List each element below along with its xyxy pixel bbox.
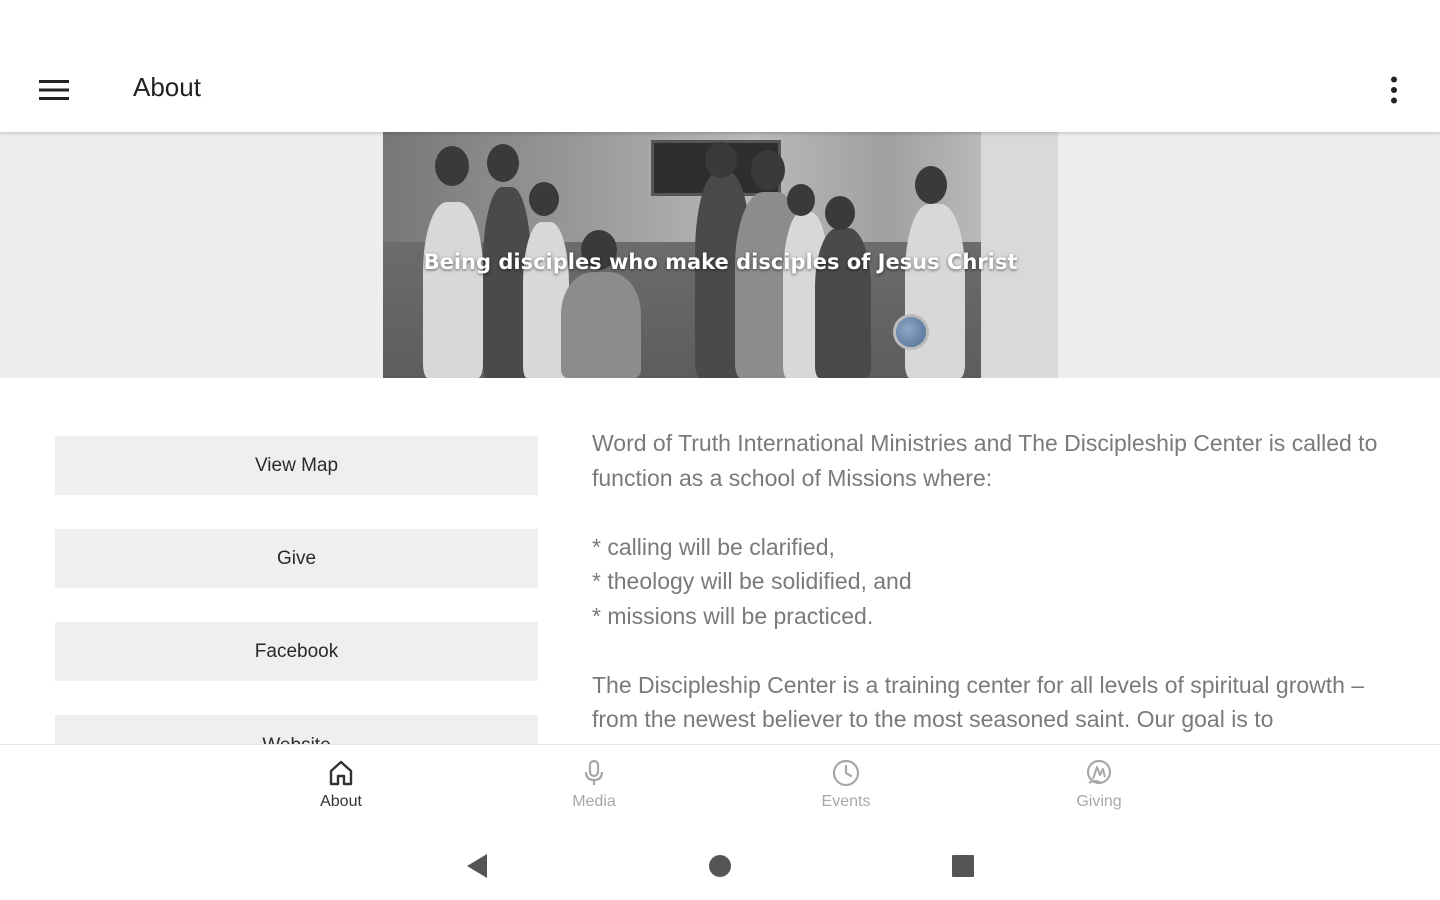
hero-caption: Being disciples who make disciples of Je… xyxy=(423,250,1018,274)
page-title: About xyxy=(133,72,201,102)
give-button[interactable]: Give xyxy=(55,529,538,588)
overflow-menu-button[interactable] xyxy=(1370,66,1418,114)
facebook-button[interactable]: Facebook xyxy=(55,622,538,681)
giving-icon xyxy=(1086,759,1112,785)
ministry-logo xyxy=(893,314,929,350)
nav-label: Media xyxy=(572,793,616,810)
nav-label: Events xyxy=(821,793,871,810)
nav-label: Giving xyxy=(1076,793,1122,810)
system-navigation-bar xyxy=(0,830,1440,900)
status-bar xyxy=(0,0,1440,48)
system-back-button[interactable] xyxy=(459,848,495,884)
about-intro: Word of Truth International Ministries a… xyxy=(592,430,1378,491)
about-body: The Discipleship Center is a training ce… xyxy=(592,671,1365,733)
back-triangle-icon xyxy=(467,854,487,878)
about-bullet: * calling will be clarified, xyxy=(592,533,835,560)
view-map-button[interactable]: View Map xyxy=(55,436,538,495)
nav-media[interactable]: Media xyxy=(534,757,654,811)
globe-logo-icon xyxy=(893,314,929,350)
hamburger-menu-icon xyxy=(39,80,69,100)
nav-events[interactable]: Events xyxy=(786,757,906,811)
nav-giving[interactable]: Giving xyxy=(1039,757,1159,811)
about-bullet: * theology will be solidified, and xyxy=(592,568,912,594)
about-description: Word of Truth International Ministries a… xyxy=(592,426,1402,737)
nav-about[interactable]: About xyxy=(281,757,401,811)
website-button[interactable]: Website xyxy=(55,715,538,744)
nav-label: About xyxy=(320,793,362,810)
recents-square-icon xyxy=(952,855,974,877)
microphone-icon xyxy=(584,759,604,785)
about-content: View Map Give Facebook Website Word of T… xyxy=(0,378,1440,744)
menu-button[interactable] xyxy=(26,68,82,112)
about-bullet: * missions will be practiced. xyxy=(592,602,874,629)
more-vert-icon xyxy=(1391,76,1397,104)
system-recents-button[interactable] xyxy=(945,848,981,884)
clock-icon xyxy=(832,759,860,787)
hero-image: Being disciples who make disciples of Je… xyxy=(383,132,1058,378)
bottom-navigation: About Media Events Giving xyxy=(0,744,1440,830)
system-home-button[interactable] xyxy=(702,848,738,884)
home-icon xyxy=(329,760,353,786)
app-bar: About xyxy=(0,48,1440,132)
home-circle-icon xyxy=(709,855,731,877)
